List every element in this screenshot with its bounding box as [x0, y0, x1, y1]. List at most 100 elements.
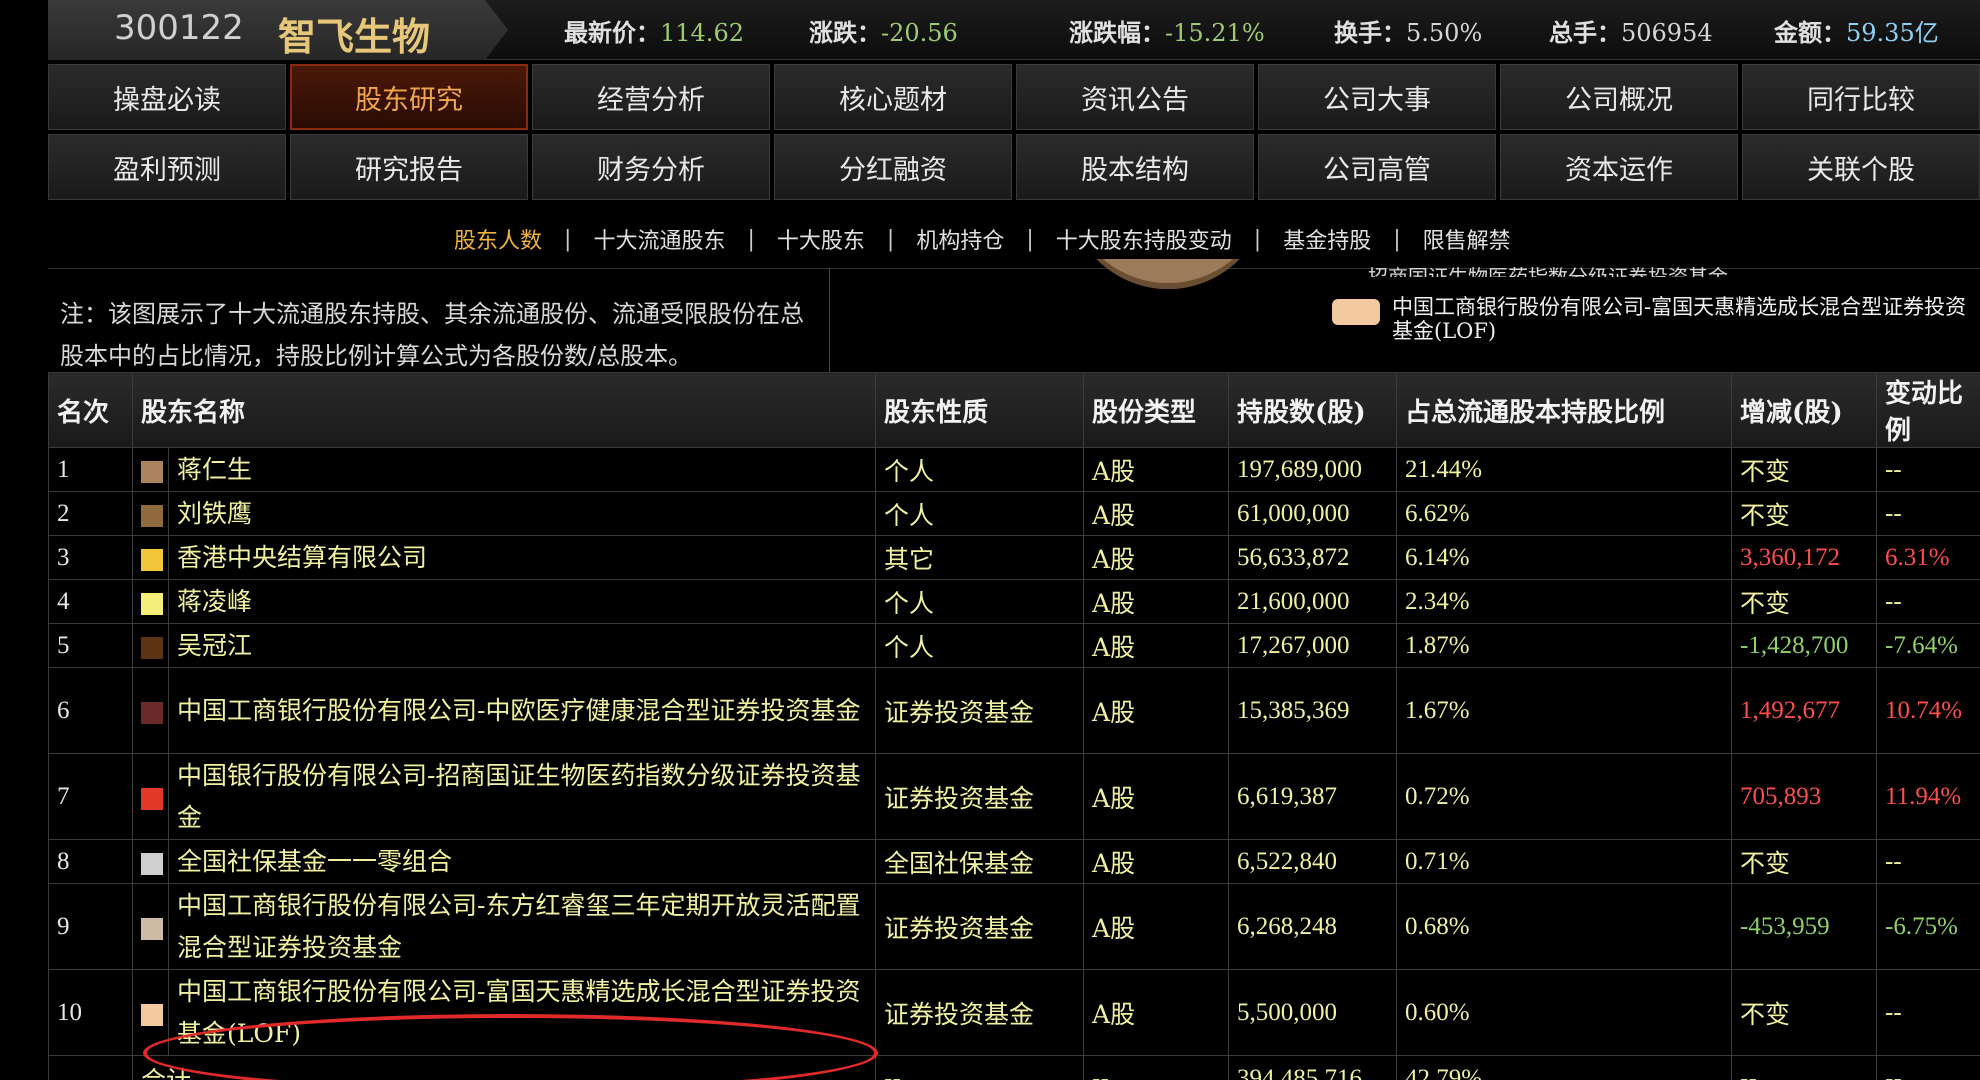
stat-turnover: 换手：5.50%	[1334, 18, 1483, 47]
row-change-pct: -6.75%	[1876, 883, 1980, 970]
row-change: 不变	[1731, 447, 1878, 492]
stock-code: 300122	[114, 8, 244, 48]
row-holder-name[interactable]: 中国工商银行股份有限公司-富国天惠精选成长混合型证券投资基金(LOF)	[167, 969, 877, 1056]
subnav-top10-holders[interactable]: 十大股东	[763, 223, 879, 255]
table-row[interactable]: 2 刘铁鹰 个人 A股 61,000,000 6.62% 不变 --	[48, 491, 1980, 536]
row-float-ratio: 0.60%	[1396, 969, 1733, 1056]
table-row[interactable]: 1 蒋仁生 个人 A股 197,689,000 21.44% 不变 --	[48, 447, 1980, 492]
tab-related-stocks[interactable]: 关联个股	[1742, 134, 1980, 200]
row-share-type: A股	[1083, 753, 1230, 840]
table-row[interactable]: 8 全国社保基金一一零组合 全国社保基金 A股 6,522,840 0.71% 不变 --	[48, 839, 1980, 884]
row-holder-name[interactable]: 中国工商银行股份有限公司-中欧医疗健康混合型证券投资基金	[167, 667, 877, 754]
row-shares-held: 17,267,000	[1228, 623, 1398, 668]
subnav-holding-changes[interactable]: 十大股东持股变动	[1042, 223, 1246, 255]
tab-shareholder-research[interactable]: 股东研究	[290, 64, 528, 130]
total-ratio: 42.79%	[1396, 1055, 1733, 1080]
row-change: 不变	[1731, 839, 1878, 884]
tab-financial-analysis[interactable]: 财务分析	[532, 134, 770, 200]
col-holder-name: 股东名称	[131, 372, 877, 448]
total-shares: 394,485,716	[1228, 1055, 1398, 1080]
col-rank: 名次	[48, 372, 133, 448]
row-change: 不变	[1731, 491, 1878, 536]
row-color-swatch-cell	[132, 579, 169, 624]
subnav-separator: |	[1026, 226, 1034, 252]
row-change-pct: --	[1876, 447, 1980, 492]
tab-trading-must-read[interactable]: 操盘必读	[48, 64, 286, 130]
row-color-swatch	[141, 787, 163, 810]
row-shares-held: 15,385,369	[1228, 667, 1398, 754]
legend-label: 中国工商银行股份有限公司-富国天惠精选成长混合型证券投资基金(LOF)	[1392, 295, 1967, 343]
row-share-type: A股	[1083, 969, 1230, 1056]
tab-capital-operations[interactable]: 资本运作	[1500, 134, 1738, 200]
table-row[interactable]: 3 香港中央结算有限公司 其它 A股 56,633,872 6.14% 3,360,172 6…	[48, 535, 1980, 580]
tab-earnings-forecast[interactable]: 盈利预测	[48, 134, 286, 200]
table-row[interactable]: 10 中国工商银行股份有限公司-富国天惠精选成长混合型证券投资基金(LOF) 证券投…	[48, 969, 1980, 1056]
tab-share-structure[interactable]: 股本结构	[1016, 134, 1254, 200]
row-holder-name[interactable]: 香港中央结算有限公司	[167, 535, 877, 580]
row-holder-name[interactable]: 蒋凌峰	[167, 579, 877, 624]
pie-chart	[1068, 259, 1268, 289]
row-shares-held: 6,522,840	[1228, 839, 1398, 884]
row-holder-name[interactable]: 刘铁鹰	[167, 491, 877, 536]
row-holder-name[interactable]: 全国社保基金一一零组合	[167, 839, 877, 884]
col-shares-held: 持股数(股)	[1228, 372, 1398, 448]
row-change: 3,360,172	[1731, 535, 1878, 580]
top10-float-shareholders-table: 名次 股东名称 股东性质 股份类型 持股数(股) 占总流通股本持股比例 增减(股…	[48, 372, 1980, 1080]
table-row[interactable]: 7 中国银行股份有限公司-招商国证生物医药指数分级证券投资基金 证券投资基金 A股 6,…	[48, 753, 1980, 840]
row-color-swatch-cell	[132, 839, 169, 884]
row-holder-name[interactable]: 吴冠江	[167, 623, 877, 668]
subnav-separator: |	[564, 226, 572, 252]
total-change-pct: --	[1876, 1055, 1980, 1080]
row-change-pct: --	[1876, 969, 1980, 1056]
row-holder-name[interactable]: 中国工商银行股份有限公司-东方红睿玺三年定期开放灵活配置混合型证券投资基金	[167, 883, 877, 970]
row-change-pct: -7.64%	[1876, 623, 1980, 668]
row-color-swatch-cell	[132, 535, 169, 580]
row-share-type: A股	[1083, 579, 1230, 624]
legend-item: 中国工商银行股份有限公司-富国天惠精选成长混合型证券投资基金(LOF)	[1332, 295, 1972, 343]
subnav-fund-holdings[interactable]: 基金持股	[1269, 223, 1385, 255]
subnav-separator: |	[1253, 226, 1262, 252]
subnav-shareholder-count[interactable]: 股东人数	[440, 223, 556, 255]
row-change: 1,492,677	[1731, 667, 1878, 754]
row-float-ratio: 21.44%	[1396, 447, 1733, 492]
row-change-pct: 11.94%	[1876, 753, 1980, 840]
row-rank: 1	[48, 447, 133, 492]
total-type: --	[1083, 1055, 1230, 1080]
row-color-swatch	[141, 1003, 163, 1026]
subnav-lockup-expiry[interactable]: 限售解禁	[1409, 223, 1525, 255]
tab-research-reports[interactable]: 研究报告	[290, 134, 528, 200]
row-holder-name[interactable]: 中国银行股份有限公司-招商国证生物医药指数分级证券投资基金	[167, 753, 877, 840]
subnav-separator: |	[747, 226, 755, 252]
row-holder-nature: 证券投资基金	[875, 753, 1085, 840]
row-holder-nature: 全国社保基金	[875, 839, 1085, 884]
tab-company-events[interactable]: 公司大事	[1258, 64, 1496, 130]
chart-area: 注：该图展示了十大流通股东持股、其余流通股份、流通受限股份在总股本中的占比情况，…	[48, 259, 1980, 373]
subnav-institutional-holdings[interactable]: 机构持仓	[902, 223, 1018, 255]
row-change: -453,959	[1731, 883, 1878, 970]
tab-core-themes[interactable]: 核心题材	[774, 64, 1012, 130]
tab-news-announcements[interactable]: 资讯公告	[1016, 64, 1254, 130]
row-holder-name[interactable]: 蒋仁生	[167, 447, 877, 492]
col-share-type: 股份类型	[1083, 372, 1230, 448]
tab-company-overview[interactable]: 公司概况	[1500, 64, 1738, 130]
row-share-type: A股	[1083, 491, 1230, 536]
row-change: 不变	[1731, 579, 1878, 624]
table-row[interactable]: 5 吴冠江 个人 A股 17,267,000 1.87% -1,428,700 -7.64%	[48, 623, 1980, 668]
tab-dividend-financing[interactable]: 分红融资	[774, 134, 1012, 200]
chart-note: 注：该图展示了十大流通股东持股、其余流通股份、流通受限股份在总股本中的占比情况，…	[48, 269, 830, 373]
row-change-pct: --	[1876, 839, 1980, 884]
row-rank: 10	[48, 969, 133, 1056]
table-row[interactable]: 4 蒋凌峰 个人 A股 21,600,000 2.34% 不变 --	[48, 579, 1980, 624]
table-row[interactable]: 6 中国工商银行股份有限公司-中欧医疗健康混合型证券投资基金 证券投资基金 A股 15,…	[48, 667, 1980, 754]
col-change: 增减(股)	[1731, 372, 1878, 448]
table-row[interactable]: 9 中国工商银行股份有限公司-东方红睿玺三年定期开放灵活配置混合型证券投资基金 证券…	[48, 883, 1980, 970]
tab-peer-comparison[interactable]: 同行比较	[1742, 64, 1980, 130]
tab-executives[interactable]: 公司高管	[1258, 134, 1496, 200]
row-color-swatch	[141, 917, 163, 940]
total-rank-empty	[48, 1055, 133, 1080]
row-holder-nature: 证券投资基金	[875, 969, 1085, 1056]
row-share-type: A股	[1083, 883, 1230, 970]
tab-operation-analysis[interactable]: 经营分析	[532, 64, 770, 130]
subnav-top10-float-holders[interactable]: 十大流通股东	[579, 223, 739, 255]
legend-swatch	[1332, 299, 1380, 325]
